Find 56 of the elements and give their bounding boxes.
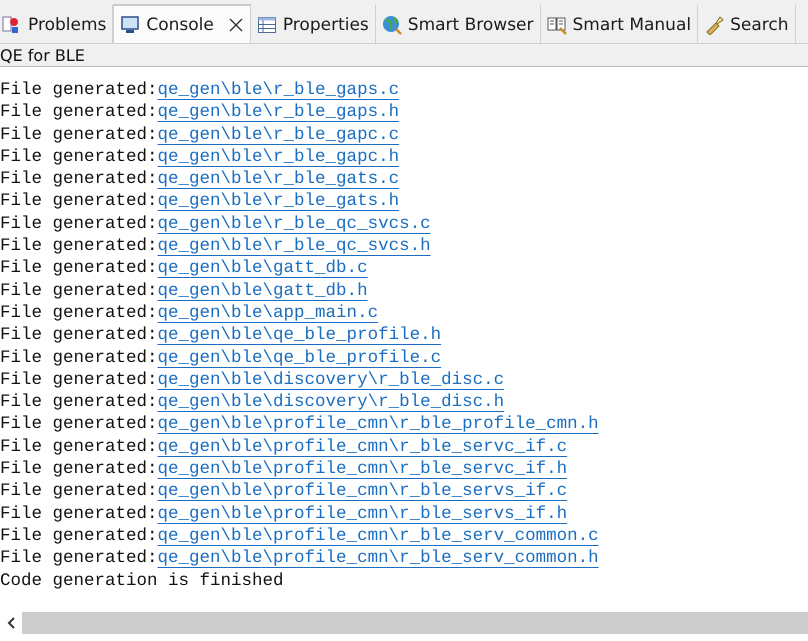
console-text: File generated: (0, 436, 158, 458)
file-link[interactable]: qe_gen\ble\discovery\r_ble_disc.c (158, 368, 504, 392)
console-text: File generated: (0, 368, 158, 392)
file-link[interactable]: qe_gen\ble\r_ble_gaps.c (158, 79, 400, 102)
console-text: File generated: (0, 547, 158, 570)
file-link[interactable]: qe_gen\ble\profile_cmn\r_ble_profile_cmn.h (158, 413, 599, 436)
console-text: File generated: (0, 168, 158, 190)
console-text: File generated: (0, 458, 158, 480)
file-link[interactable]: qe_gen\ble\profile_cmn\r_ble_servs_if.c (158, 480, 568, 503)
console-text: Code generation is finished (0, 570, 284, 592)
scrollbar-thumb[interactable] (22, 612, 808, 634)
console-text: File generated: (0, 480, 158, 503)
file-link[interactable]: qe_gen\ble\r_ble_gapc.h (158, 146, 400, 168)
console-text: File generated: (0, 413, 158, 436)
console-text: File generated: (0, 212, 158, 236)
file-link[interactable]: qe_gen\ble\qe_ble_profile.h (158, 324, 442, 347)
console-text: File generated: (0, 257, 158, 280)
file-link[interactable]: qe_gen\ble\profile_cmn\r_ble_servs_if.h (158, 502, 568, 525)
console-text: File generated: (0, 524, 158, 548)
file-link[interactable]: qe_gen\ble\profile_cmn\r_ble_servc_if.h (158, 458, 568, 480)
console-text: File generated: (0, 302, 158, 324)
console-text: File generated: (0, 235, 158, 258)
file-link[interactable]: qe_gen\ble\r_ble_gats.h (158, 190, 400, 213)
view-tab[interactable]: Console (113, 4, 251, 43)
file-link[interactable]: qe_gen\ble\discovery\r_ble_disc.h (158, 391, 504, 414)
file-link[interactable]: qe_gen\ble\gatt_db.c (158, 257, 368, 280)
console-text: File generated: (0, 346, 158, 369)
console-text: File generated: (0, 391, 158, 414)
console-text: File generated: (0, 324, 158, 347)
console-text: File generated: (0, 101, 158, 124)
console-text: File generated: (0, 79, 158, 102)
globe-icon (382, 14, 402, 34)
console-text: File generated: (0, 146, 158, 168)
file-link[interactable]: qe_gen\ble\profile_cmn\r_ble_serv_common.c (158, 524, 599, 548)
book-icon (546, 14, 566, 34)
flashlight-icon (704, 14, 724, 34)
close-icon[interactable] (228, 16, 244, 32)
file-link[interactable]: qe_gen\ble\r_ble_gaps.h (158, 101, 400, 124)
file-link[interactable]: qe_gen\ble\qe_ble_profile.c (158, 346, 442, 369)
file-link[interactable]: qe_gen\ble\r_ble_qc_svcs.h (158, 235, 431, 258)
file-link[interactable]: qe_gen\ble\r_ble_gats.c (158, 168, 400, 190)
monitor-icon (120, 14, 140, 34)
table-icon (256, 14, 277, 34)
console-text: File generated: (0, 124, 158, 146)
console-text: File generated: (0, 190, 158, 213)
file-link[interactable]: qe_gen\ble\app_main.c (158, 302, 378, 324)
file-link[interactable]: qe_gen\ble\profile_cmn\r_ble_servc_if.c (158, 436, 568, 458)
file-link[interactable]: qe_gen\ble\r_ble_qc_svcs.c (158, 212, 431, 236)
view-tab[interactable]: Problems (0, 4, 114, 43)
console-text: File generated: (0, 502, 158, 525)
console-text: File generated: (0, 280, 158, 302)
console-title: QE for BLE (0, 44, 808, 67)
view-tab[interactable]: Smart Manual (540, 4, 698, 43)
file-link[interactable]: qe_gen\ble\r_ble_gapc.c (158, 124, 400, 146)
file-link[interactable]: qe_gen\ble\gatt_db.h (158, 280, 368, 302)
file-link[interactable]: qe_gen\ble\profile_cmn\r_ble_serv_common.h (158, 547, 599, 570)
